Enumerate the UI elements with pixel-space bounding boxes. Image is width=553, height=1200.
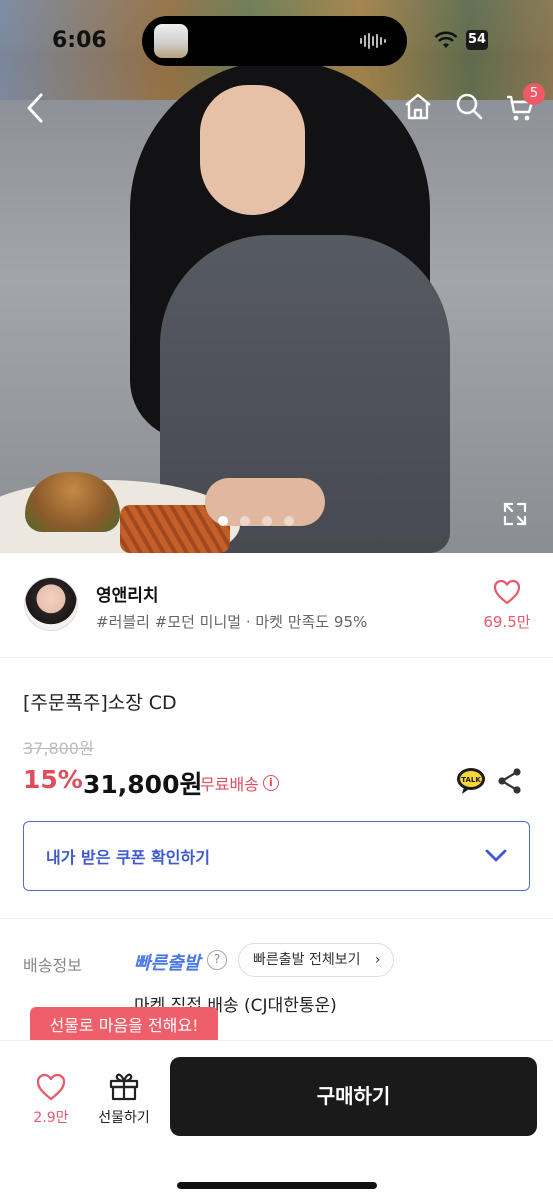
heart-icon[interactable] xyxy=(493,579,521,605)
now-playing-thumbnail xyxy=(154,24,188,58)
gallery-dot[interactable] xyxy=(284,516,294,526)
gallery-pagination xyxy=(218,516,294,526)
battery-indicator: 54 xyxy=(466,30,488,50)
fullscreen-button[interactable] xyxy=(500,500,530,528)
expand-icon xyxy=(503,502,527,526)
gift-icon[interactable] xyxy=(108,1071,140,1101)
fast-shipping-all-button[interactable]: 빠른출발 전체보기 › xyxy=(238,943,394,977)
wishlist-heart-icon[interactable] xyxy=(36,1073,66,1101)
free-shipping-label: 무료배송 xyxy=(200,775,259,794)
section-divider xyxy=(0,918,553,919)
coupon-check-button[interactable]: 내가 받은 쿠폰 확인하기 xyxy=(23,821,530,891)
free-shipping-badge[interactable]: 무료배송 i xyxy=(200,771,279,795)
bottom-action-bar: 2.9만 선물하기 구매하기 xyxy=(0,1040,553,1200)
fast-shipping-label: 빠른출발 xyxy=(134,953,201,974)
chevron-down-icon xyxy=(485,849,507,862)
seller-like-count: 69.5만 xyxy=(483,613,531,631)
chevron-right-icon: › xyxy=(374,952,381,968)
search-button[interactable] xyxy=(453,90,485,122)
svg-text:TALK: TALK xyxy=(461,776,481,784)
home-indicator xyxy=(177,1182,377,1189)
sale-price: 31,800원 xyxy=(83,770,203,799)
audio-wave-icon xyxy=(360,33,386,49)
home-button[interactable] xyxy=(402,90,434,122)
info-icon: i xyxy=(262,775,279,791)
shipping-info-label: 배송정보 xyxy=(23,956,82,975)
discount-rate: 15% xyxy=(23,765,83,794)
kakaotalk-icon[interactable]: TALK xyxy=(456,767,486,795)
wishlist-count: 2.9만 xyxy=(33,1110,69,1126)
gallery-dot[interactable] xyxy=(218,516,228,526)
wifi-icon xyxy=(434,31,458,48)
buy-button[interactable]: 구매하기 xyxy=(170,1057,537,1136)
back-button[interactable] xyxy=(20,90,50,126)
status-time: 6:06 xyxy=(52,28,107,53)
help-icon[interactable]: ? xyxy=(207,950,227,970)
product-title: [주문폭주]소장 CD xyxy=(23,692,177,714)
cart-count-badge: 5 xyxy=(523,83,545,105)
gallery-dot[interactable] xyxy=(262,516,272,526)
share-icon[interactable] xyxy=(497,767,523,795)
gallery-dot[interactable] xyxy=(240,516,250,526)
gift-button-label[interactable]: 선물하기 xyxy=(90,1107,158,1127)
original-price: 37,800원 xyxy=(23,739,94,758)
dynamic-island xyxy=(142,16,407,66)
seller-name[interactable]: 영앤리치 xyxy=(96,581,159,606)
fast-shipping-all-label: 빠른출발 전체보기 xyxy=(253,952,361,968)
seller-avatar[interactable] xyxy=(24,577,78,631)
seller-tags: #러블리 #모던 미니멀 · 마켓 만족도 95% xyxy=(96,613,368,631)
product-image[interactable] xyxy=(0,0,553,553)
home-icon xyxy=(405,93,431,120)
product-screen: 6:06 54 5 영앤리치 #러블리 #모던 미니멀 · 마켓 만족도 95%… xyxy=(0,0,553,1200)
back-icon xyxy=(27,93,43,123)
coupon-label: 내가 받은 쿠폰 확인하기 xyxy=(46,848,210,867)
search-icon xyxy=(456,93,483,120)
seller-section[interactable]: 영앤리치 #러블리 #모던 미니멀 · 마켓 만족도 95% 69.5만 xyxy=(0,553,553,658)
